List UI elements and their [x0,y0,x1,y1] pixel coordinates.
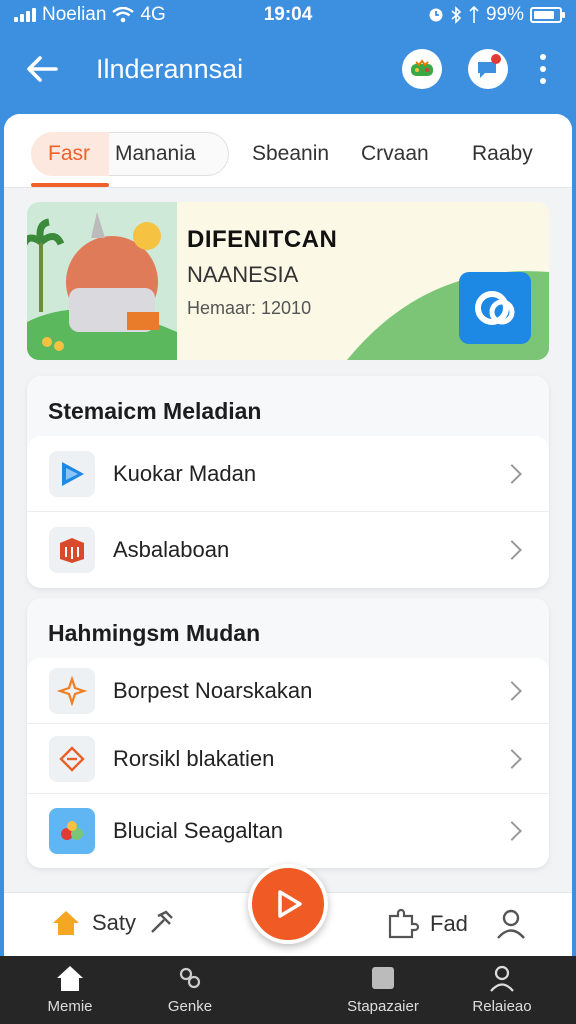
tab-raaby[interactable]: Raaby [472,142,533,166]
bluetooth-icon [451,6,462,24]
nav-label: Memie [47,998,93,1015]
nav-item-memie[interactable]: Memie [20,964,120,1015]
bottom-nav: Memie Genke Stapazaier Relaieao [0,956,576,1024]
play-store-icon [49,450,95,497]
nav-label: Relaieao [472,998,532,1015]
nav-label: Genke [167,998,213,1015]
loop-icon [475,291,515,325]
chevron-right-icon [502,680,522,701]
section-title: Hahmingsm Mudan [48,620,261,646]
battery-percent: 99% [485,4,524,25]
dot-icon [540,54,546,60]
section-list: Borpest Noarskakan Rorsikl blakatien Blu… [27,658,549,868]
section-list: Kuokar Madan Asbalaboan [27,436,549,588]
user-icon [497,909,525,939]
saty-button[interactable]: Saty [50,907,176,939]
arrow-left-icon [27,56,58,82]
notification-dot [491,54,501,64]
notifications-button[interactable] [468,49,508,89]
game-icon [411,59,433,76]
list-item-label: Kuokar Madan [113,460,257,486]
tab-crvaan[interactable]: Crvaan [361,142,429,166]
tab-underline [31,183,109,187]
tab-bar: Fasr Manania Sbeanin Crvaan Raaby [4,114,572,188]
banner-title: DIFENITCAN [187,226,338,253]
location-icon [469,6,479,23]
fruit-icon [49,808,95,854]
puzzle-icon [388,908,420,939]
link-icon [179,967,201,989]
status-bar: Noelian 4G 19:04 99% [0,0,576,30]
dot-icon [540,66,546,72]
banner-meta: Hemaar: 12010 [187,298,312,318]
chevron-right-icon [502,821,522,841]
square-icon [372,967,394,989]
fad-label: Fad [430,911,468,936]
chevron-right-icon [502,748,522,769]
list-item[interactable]: Borpest Noarskakan [27,658,549,724]
status-left: Noelian 4G [14,4,166,26]
dot-icon [540,78,546,84]
list-item[interactable]: Asbalaboan [27,512,549,588]
nav-label: Stapazaier [347,998,419,1015]
list-item-label: Rorsikl blakatien [113,745,275,771]
user-icon [490,965,514,992]
more-menu-button[interactable] [528,49,558,89]
list-item-label: Asbalaboan [113,537,230,562]
list-item-label: Borpest Noarskakan [113,677,313,703]
ticket-icon [49,735,95,782]
tab-manania[interactable]: Manania [115,142,196,166]
nav-item-stapazaier[interactable]: Stapazaier [333,964,433,1015]
game-button[interactable] [402,49,442,89]
content-card: Fasr Manania Sbeanin Crvaan Raaby DIFENI… [4,114,572,914]
play-icon [278,890,302,918]
saty-label: Saty [92,910,137,935]
promo-banner[interactable]: DIFENITCAN NAANESIA Hemaar: 12010 [27,202,549,360]
status-right: 99% [428,4,565,26]
signal-icon [14,8,36,22]
nav-item-genke[interactable]: Genke [140,964,240,1015]
tab-sbeanin[interactable]: Sbeanin [252,142,329,166]
nav-item-relaieao[interactable]: Relaieao [452,964,552,1015]
spark-icon [49,667,95,714]
list-item[interactable]: Rorsikl blakatien [27,724,549,794]
section-hahmingsm: Hahmingsm Mudan Borpest Noarskakan Rorsi… [27,598,549,868]
hammer-icon [151,910,173,933]
play-fab-button[interactable] [248,864,328,944]
chevron-right-icon [502,540,522,560]
chevron-right-icon [502,463,522,484]
fad-button[interactable]: Fad [386,907,528,941]
page-title: Ilnderannsai [96,53,244,84]
section-stemaicm: Stemaicm Meladian Kuokar Madan Asbalaboa… [27,376,549,588]
home-icon [57,966,83,991]
home-icon [53,911,79,935]
tab-fasr[interactable]: Fasr [48,142,90,166]
list-item[interactable]: Blucial Seagaltan [27,794,549,868]
carrier-name: Noelian [42,4,107,25]
back-button[interactable] [18,45,66,93]
network-type: 4G [140,4,166,25]
wifi-icon [112,7,135,23]
cube-icon [49,527,95,573]
section-title: Stemaicm Meladian [48,398,262,424]
app-bar: Ilnderannsai [0,30,576,108]
alarm-icon [429,8,443,22]
list-item-label: Blucial Seagaltan [113,818,284,843]
banner-action-button[interactable] [459,272,531,344]
battery-icon [530,7,565,23]
banner-subtitle: NAANESIA [187,262,299,287]
list-item[interactable]: Kuokar Madan [27,436,549,512]
